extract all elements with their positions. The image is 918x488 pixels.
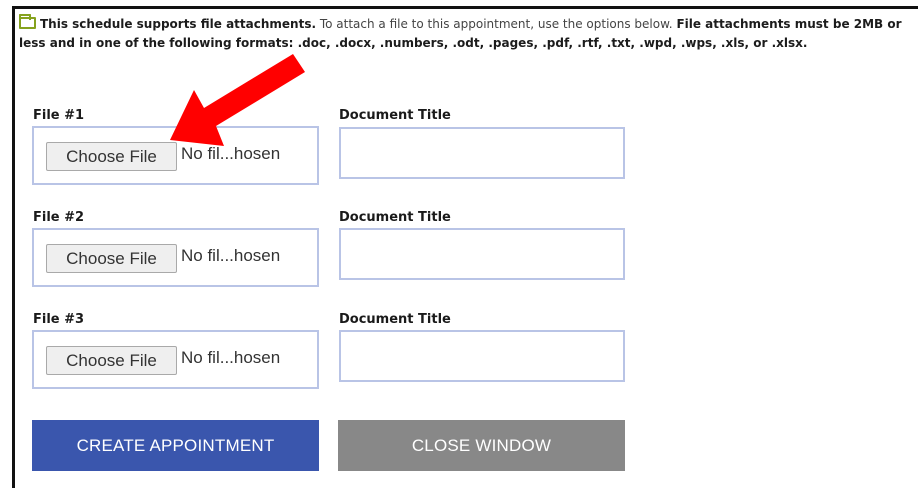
document-title-3-input[interactable] [339,330,625,382]
choose-file-3-button[interactable]: Choose File [46,346,177,375]
file-3-status: No fil...hosen [181,348,281,367]
folder-icon [19,14,36,29]
file-2-label: File #2 [33,210,85,225]
attachment-notice: This schedule supports file attachments.… [19,14,905,53]
notice-text: To attach a file to this appointment, us… [316,17,677,31]
document-title-2-input[interactable] [339,228,625,280]
choose-file-1-button[interactable]: Choose File [46,142,177,171]
document-title-3-label: Document Title [339,312,451,327]
file-2-picker[interactable]: Choose File No fil...hosen [32,228,319,287]
document-title-1-input[interactable] [339,127,625,179]
document-title-1-label: Document Title [339,108,451,123]
file-2-status: No fil...hosen [181,246,281,265]
create-appointment-button[interactable]: CREATE APPOINTMENT [32,420,319,471]
close-window-button[interactable]: CLOSE WINDOW [338,420,625,471]
choose-file-2-button[interactable]: Choose File [46,244,177,273]
file-3-label: File #3 [33,312,85,327]
red-arrow-icon [170,54,305,146]
notice-intro: This schedule supports file attachments. [40,17,317,31]
file-1-label: File #1 [33,108,85,123]
document-title-2-label: Document Title [339,210,451,225]
file-3-picker[interactable]: Choose File No fil...hosen [32,330,319,389]
